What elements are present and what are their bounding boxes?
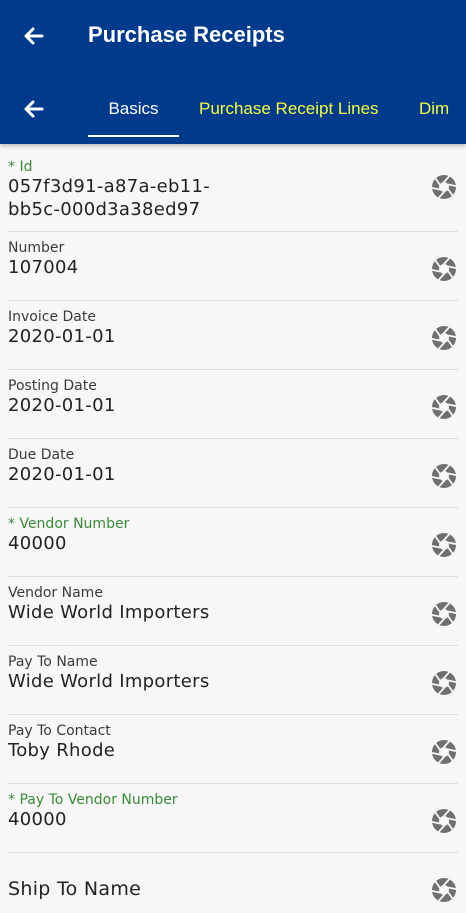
camera-icon[interactable] — [431, 463, 457, 489]
tab-purchase-receipt-lines-label: Purchase Receipt Lines — [199, 99, 379, 118]
field-vendor-name-value: Wide World Importers — [8, 602, 210, 623]
tab-basics-label: Basics — [108, 99, 159, 118]
field-vendor-name[interactable]: Vendor Name Wide World Importers — [8, 577, 458, 646]
field-due-date[interactable]: Due Date 2020-01-01 — [8, 439, 458, 508]
camera-icon[interactable] — [431, 394, 457, 420]
camera-icon[interactable] — [431, 739, 457, 765]
tab-dimensions-label: Dim — [419, 99, 450, 118]
camera-icon[interactable] — [431, 256, 457, 282]
field-number-value: 107004 — [8, 257, 79, 278]
field-pay-to-contact[interactable]: Pay To Contact Toby Rhode — [8, 715, 458, 784]
field-pay-to-contact-value: Toby Rhode — [8, 740, 116, 761]
field-id-value-line1: 057f3d91-a87a-eb11- — [8, 176, 211, 197]
back-arrow-icon[interactable] — [20, 22, 48, 50]
camera-icon[interactable] — [431, 532, 457, 558]
field-invoice-date-label: Invoice Date — [8, 309, 96, 325]
field-pay-to-name[interactable]: Pay To Name Wide World Importers — [8, 646, 458, 715]
tab-basics[interactable]: Basics — [88, 74, 179, 144]
field-vendor-number-label: * Vendor Number — [8, 516, 130, 532]
camera-icon[interactable] — [431, 174, 457, 200]
field-posting-date-value: 2020-01-01 — [8, 395, 116, 416]
field-invoice-date[interactable]: Invoice Date 2020-01-01 — [8, 301, 458, 370]
field-vendor-number[interactable]: * Vendor Number 40000 — [8, 508, 458, 577]
camera-icon[interactable] — [431, 808, 457, 834]
field-vendor-number-value: 40000 — [8, 533, 67, 554]
field-id-label: * Id — [8, 159, 33, 175]
field-list: * Id 057f3d91-a87a-eb11- bb5c-000d3a38ed… — [0, 144, 466, 913]
page-title: Purchase Receipts — [88, 22, 285, 47]
field-due-date-value: 2020-01-01 — [8, 464, 116, 485]
field-ship-to-name[interactable]: Ship To Name — [8, 853, 458, 913]
tab-bar: Basics Purchase Receipt Lines Dim — [0, 74, 466, 144]
field-pay-to-vendor-number-label: * Pay To Vendor Number — [8, 792, 178, 808]
field-pay-to-name-value: Wide World Importers — [8, 671, 210, 692]
field-invoice-date-value: 2020-01-01 — [8, 326, 116, 347]
tab-back-arrow-icon[interactable] — [20, 95, 48, 123]
camera-icon[interactable] — [431, 670, 457, 696]
field-pay-to-vendor-number[interactable]: * Pay To Vendor Number 40000 — [8, 784, 458, 853]
field-pay-to-vendor-number-value: 40000 — [8, 809, 67, 830]
field-pay-to-name-label: Pay To Name — [8, 654, 98, 670]
field-id-value-line2: bb5c-000d3a38ed97 — [8, 199, 201, 220]
tab-purchase-receipt-lines[interactable]: Purchase Receipt Lines — [199, 74, 379, 144]
field-number[interactable]: Number 107004 — [8, 232, 458, 301]
camera-icon[interactable] — [431, 325, 457, 351]
tab-dimensions[interactable]: Dim — [419, 74, 449, 144]
app-header: Purchase Receipts — [0, 0, 466, 74]
field-due-date-label: Due Date — [8, 447, 75, 463]
camera-icon[interactable] — [431, 601, 457, 627]
camera-icon[interactable] — [431, 877, 457, 903]
field-ship-to-name-placeholder: Ship To Name — [8, 878, 142, 900]
field-posting-date-label: Posting Date — [8, 378, 97, 394]
field-posting-date[interactable]: Posting Date 2020-01-01 — [8, 370, 458, 439]
field-pay-to-contact-label: Pay To Contact — [8, 723, 111, 739]
field-vendor-name-label: Vendor Name — [8, 585, 103, 601]
active-tab-indicator — [88, 135, 179, 137]
field-number-label: Number — [8, 240, 65, 256]
field-id[interactable]: * Id 057f3d91-a87a-eb11- bb5c-000d3a38ed… — [8, 144, 458, 232]
